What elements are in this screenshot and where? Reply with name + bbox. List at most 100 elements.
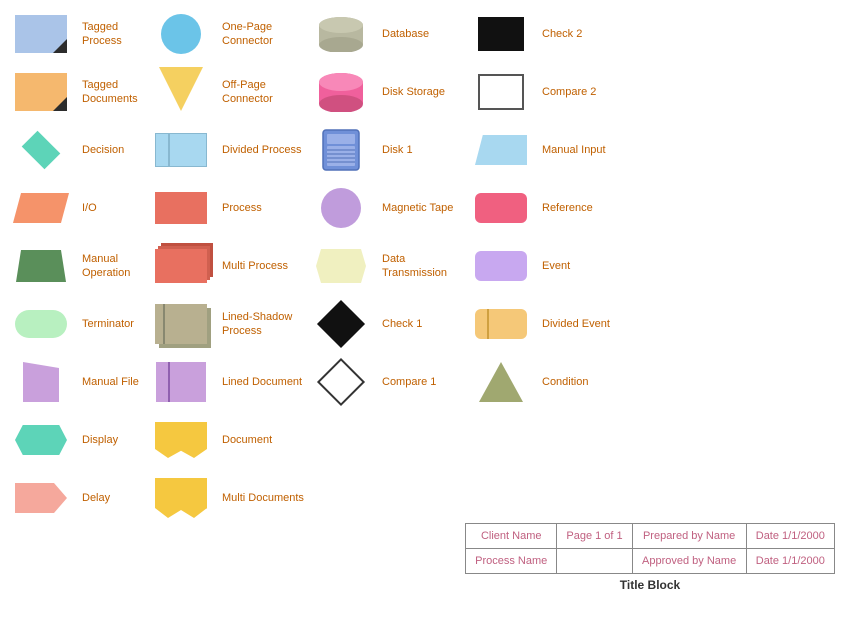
list-item: Multi Process <box>146 238 306 294</box>
display-label: Display <box>82 433 142 447</box>
list-item: Off-Page Connector <box>146 64 306 120</box>
prepared-by-cell: Prepared by Name <box>632 524 746 549</box>
client-name-cell: Client Name <box>466 524 557 549</box>
list-item: Process <box>146 180 306 236</box>
list-item: Compare 1 <box>306 354 466 410</box>
tagged-process-label: Tagged Process <box>82 20 146 49</box>
divided-event-shape <box>475 309 527 339</box>
multi-documents-label: Multi Documents <box>222 491 304 505</box>
compare2-shape <box>478 74 524 110</box>
column-2: One-Page Connector Off-Page Connector Di… <box>146 6 306 526</box>
document-shape <box>155 422 207 458</box>
list-item: Reference <box>466 180 651 236</box>
list-item: Divided Event <box>466 296 651 352</box>
delay-label: Delay <box>82 491 142 505</box>
data-transmission-shape <box>316 249 366 283</box>
list-item: I/O <box>6 180 146 236</box>
lined-shadow-process-shape <box>155 304 207 344</box>
empty-cell <box>557 549 632 574</box>
list-item: Condition <box>466 354 651 410</box>
tagged-process-shape <box>15 15 67 53</box>
list-item: Event <box>466 238 651 294</box>
process-name-cell: Process Name <box>466 549 557 574</box>
list-item: Check 2 <box>466 6 651 62</box>
list-item: Display <box>6 412 146 468</box>
title-block: Client Name Page 1 of 1 Prepared by Name… <box>465 523 835 592</box>
terminator-label: Terminator <box>82 317 142 331</box>
title-block-label: Title Block <box>465 578 835 592</box>
column-3: Database Disk Storage <box>306 6 466 526</box>
io-label: I/O <box>82 201 142 215</box>
list-item: Disk Storage <box>306 64 466 120</box>
divided-process-label: Divided Process <box>222 143 301 157</box>
disk1-shape <box>321 128 361 172</box>
list-item: Multi Documents <box>146 470 306 526</box>
list-item: Tagged Process <box>6 6 146 62</box>
column-4: Check 2 Compare 2 Manual Input Reference… <box>466 6 651 526</box>
list-item: Tagged Documents <box>6 64 146 120</box>
manual-file-label: Manual File <box>82 375 142 389</box>
list-item: Database <box>306 6 466 62</box>
tagged-documents-label: Tagged Documents <box>82 78 146 107</box>
list-item: Manual Operation <box>6 238 146 294</box>
list-item: Manual Input <box>466 122 651 178</box>
list-item: Lined Document <box>146 354 306 410</box>
reference-shape <box>475 193 527 223</box>
condition-shape <box>479 362 523 402</box>
magnetic-tape-shape <box>321 188 361 228</box>
compare1-shape <box>317 358 365 406</box>
process-label: Process <box>222 201 282 215</box>
disk-storage-label: Disk Storage <box>382 85 445 99</box>
magnetic-tape-label: Magnetic Tape <box>382 201 453 215</box>
list-item: Terminator <box>6 296 146 352</box>
check1-shape <box>317 300 365 348</box>
document-label: Document <box>222 433 282 447</box>
manual-input-shape <box>475 135 527 165</box>
list-item: One-Page Connector <box>146 6 306 62</box>
list-item: Decision <box>6 122 146 178</box>
io-shape <box>13 193 69 223</box>
database-shape <box>316 16 366 52</box>
check2-shape <box>478 17 524 51</box>
divided-process-shape <box>155 133 207 167</box>
manual-file-shape <box>23 362 59 402</box>
reference-label: Reference <box>542 201 602 215</box>
multi-process-shape <box>155 249 207 283</box>
one-page-connector-label: One-Page Connector <box>222 20 306 49</box>
manual-input-label: Manual Input <box>542 143 606 157</box>
list-item: Disk 1 <box>306 122 466 178</box>
list-item: Manual File <box>6 354 146 410</box>
page-cell: Page 1 of 1 <box>557 524 632 549</box>
list-item: Divided Process <box>146 122 306 178</box>
multi-documents-shape <box>155 478 207 518</box>
tagged-documents-shape <box>15 73 67 111</box>
date2-cell: Date 1/1/2000 <box>746 549 834 574</box>
disk-storage-shape <box>316 72 366 112</box>
approved-by-cell: Approved by Name <box>632 549 746 574</box>
list-item: Check 1 <box>306 296 466 352</box>
delay-shape <box>15 483 67 513</box>
multi-process-label: Multi Process <box>222 259 288 273</box>
list-item: Document <box>146 412 306 468</box>
lined-document-label: Lined Document <box>222 375 302 389</box>
one-page-connector-shape <box>161 14 201 54</box>
decision-label: Decision <box>82 143 142 157</box>
date1-cell: Date 1/1/2000 <box>746 524 834 549</box>
off-page-connector-label: Off-Page Connector <box>222 78 306 107</box>
check1-label: Check 1 <box>382 317 442 331</box>
lined-shadow-process-label: Lined-Shadow Process <box>222 310 306 339</box>
list-item: Magnetic Tape <box>306 180 466 236</box>
event-shape <box>475 251 527 281</box>
condition-label: Condition <box>542 375 602 389</box>
check2-label: Check 2 <box>542 27 602 41</box>
title-block-table: Client Name Page 1 of 1 Prepared by Name… <box>465 523 835 574</box>
list-item: Lined-Shadow Process <box>146 296 306 352</box>
display-shape <box>15 425 67 455</box>
decision-shape <box>22 131 61 170</box>
list-item: Compare 2 <box>466 64 651 120</box>
disk1-label: Disk 1 <box>382 143 442 157</box>
column-1: Tagged Process Tagged Documents Decision… <box>6 6 146 526</box>
database-label: Database <box>382 27 442 41</box>
event-label: Event <box>542 259 602 273</box>
data-transmission-label: Data Transmission <box>382 252 466 281</box>
